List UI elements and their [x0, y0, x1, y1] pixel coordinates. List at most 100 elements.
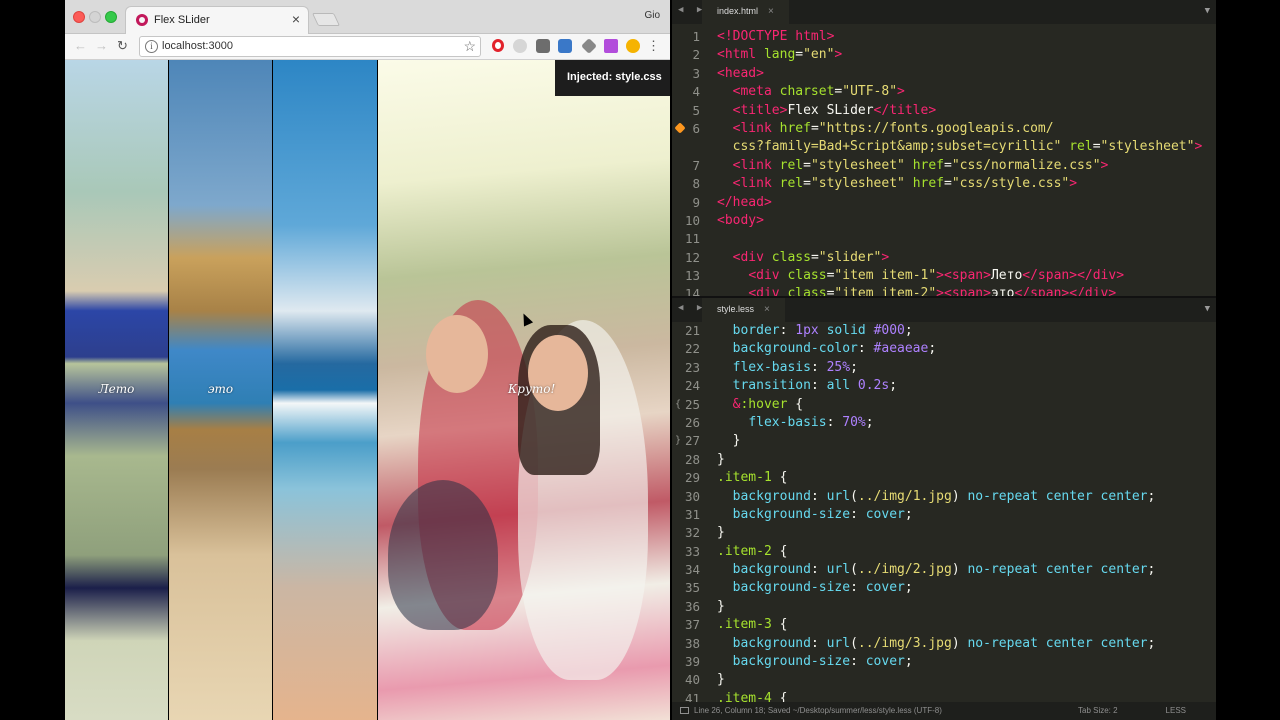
code-text: &:hover {	[732, 396, 804, 412]
code-line[interactable]: 33 .item-2 {	[672, 543, 1216, 561]
line-number: 11	[684, 231, 700, 247]
weather-icon[interactable]	[626, 39, 640, 53]
code-line[interactable]: 3 <head>	[672, 65, 1216, 83]
code-text: <link rel="stylesheet" href="css/style.c…	[732, 176, 1078, 192]
code-line[interactable]: 22 background-color: #aeaeae;	[672, 340, 1216, 358]
picker-icon[interactable]	[581, 38, 597, 54]
editor-pane-html[interactable]: 1 <!DOCTYPE html> 2 <html lang="en"> 3 <head>…	[672, 28, 1216, 298]
code-line[interactable]: 12 <div class="slider">	[672, 249, 1216, 267]
code-line[interactable]: 2 <html lang="en">	[672, 46, 1216, 64]
slide-item-4[interactable]: Круто!	[378, 60, 670, 720]
code-line[interactable]: 13 <div class="item item-1"><span>Лето</…	[672, 267, 1216, 285]
bookmark-star-icon[interactable]: ☆	[463, 38, 476, 55]
profile-label[interactable]: Gio	[644, 10, 660, 21]
close-window-button[interactable]	[73, 11, 85, 23]
back-arrow-icon[interactable]: ←	[74, 38, 87, 53]
code-line[interactable]: 28}	[672, 451, 1216, 469]
status-syntax[interactable]: LESS	[1166, 706, 1186, 715]
shield-icon[interactable]	[536, 39, 550, 53]
forward-arrow-icon[interactable]: →	[95, 38, 108, 53]
tab-close-icon[interactable]: ×	[764, 304, 770, 315]
slide-item-2[interactable]: это	[169, 60, 273, 720]
line-number: 9	[692, 194, 700, 210]
code-line[interactable]: 1 <!DOCTYPE html>	[672, 28, 1216, 46]
url-text[interactable]: localhost:3000	[162, 40, 233, 52]
code-line[interactable]: 7 <link rel="stylesheet" href="css/norma…	[672, 157, 1216, 175]
code-line[interactable]: 36}	[672, 598, 1216, 616]
browser-tab[interactable]: Flex SLider ×	[125, 6, 309, 34]
slide-item-1[interactable]: Лето	[65, 60, 169, 720]
highlighter-icon[interactable]	[604, 39, 618, 53]
chevron-down-icon[interactable]: ▼	[1205, 304, 1210, 314]
code-line[interactable]: 23 flex-basis: 25%;	[672, 359, 1216, 377]
line-number: 23	[684, 359, 700, 375]
code-line[interactable]: 24 transition: all 0.2s;	[672, 377, 1216, 395]
tab-close-icon[interactable]: ×	[292, 11, 300, 27]
ghost-icon[interactable]	[513, 39, 527, 53]
line-number: 28	[684, 451, 700, 467]
opera-icon[interactable]	[492, 39, 504, 52]
screen-icon[interactable]	[558, 39, 572, 53]
code-line[interactable]: 6 <link href="https://fonts.googleapis.c…	[672, 120, 1216, 138]
panel-icon[interactable]	[680, 707, 689, 714]
photo-face	[426, 315, 488, 393]
line-number: 41	[684, 690, 700, 702]
editor-tab-style[interactable]: style.less ×	[702, 298, 785, 322]
code-line[interactable]: 21 border: 1px solid #000;	[672, 322, 1216, 340]
code-text: background: url(../img/2.jpg) no-repeat …	[732, 562, 1156, 578]
code-text: <html lang="en">	[717, 47, 843, 63]
code-text: border: 1px solid #000;	[732, 323, 913, 338]
line-number: 25	[684, 396, 700, 412]
code-line[interactable]: 8 <link rel="stylesheet" href="css/style…	[672, 175, 1216, 193]
code-line[interactable]: 10 <body>	[672, 212, 1216, 230]
editor-pane-less[interactable]: 21 border: 1px solid #000; 22 background-…	[672, 322, 1216, 702]
code-line[interactable]: 35 background-size: cover;	[672, 579, 1216, 597]
code-line[interactable]: 30 background: url(../img/1.jpg) no-repe…	[672, 488, 1216, 506]
chevron-down-icon[interactable]: ▼	[1205, 6, 1210, 16]
reload-icon[interactable]: ↻	[117, 38, 128, 54]
line-number: 6	[692, 120, 700, 136]
injected-toast: Injected: style.css	[555, 60, 670, 96]
code-line[interactable]: 29 .item-1 {	[672, 469, 1216, 487]
tab-close-icon[interactable]: ×	[768, 6, 774, 17]
code-line[interactable]: 37 .item-3 {	[672, 616, 1216, 634]
menu-icon[interactable]: ⋮	[647, 39, 660, 52]
editor-tab-index[interactable]: index.html ×	[702, 0, 789, 24]
code-line[interactable]: 9 </head>	[672, 194, 1216, 212]
status-position: Line 26, Column 18; Saved ~/Desktop/summ…	[694, 706, 942, 715]
code-line[interactable]: 31 background-size: cover;	[672, 506, 1216, 524]
code-line[interactable]: 32}	[672, 524, 1216, 542]
info-icon[interactable]: i	[145, 40, 158, 53]
code-line[interactable]: } 27 }	[672, 432, 1216, 450]
maximize-window-button[interactable]	[105, 11, 117, 23]
slide-label: Круто!	[508, 382, 556, 396]
code-text: <meta charset="UTF-8">	[732, 84, 905, 100]
code-line[interactable]: 38 background: url(../img/3.jpg) no-repe…	[672, 635, 1216, 653]
slide-item-3[interactable]	[273, 60, 378, 720]
code-text: .item-3 {	[717, 617, 788, 633]
code-line[interactable]: 40}	[672, 671, 1216, 689]
code-line[interactable]: css?family=Bad+Script&amp;subset=cyrilli…	[672, 138, 1216, 156]
editor-tab-bar-top: ◀ ▶ index.html × ▼	[672, 0, 1216, 24]
code-line[interactable]: 11	[672, 230, 1216, 248]
code-line[interactable]: 34 background: url(../img/2.jpg) no-repe…	[672, 561, 1216, 579]
code-line[interactable]: 4 <meta charset="UTF-8">	[672, 83, 1216, 101]
code-text: <head>	[717, 65, 764, 81]
code-text: </head>	[717, 194, 772, 210]
code-line[interactable]: 41 .item-4 {	[672, 690, 1216, 702]
code-text: }	[717, 598, 725, 614]
code-line[interactable]: 5 <title>Flex SLider</title>	[672, 102, 1216, 120]
address-bar[interactable]: i localhost:3000 ☆	[139, 36, 481, 57]
code-line[interactable]: {25 &:hover {	[672, 396, 1216, 414]
line-number: 3	[692, 65, 700, 81]
status-tab-size[interactable]: Tab Size: 2	[1078, 706, 1118, 715]
minimize-window-button[interactable]	[89, 11, 101, 23]
slide-label: Лето	[98, 382, 135, 396]
code-text: background-size: cover;	[732, 580, 913, 596]
line-number: 4	[692, 84, 700, 100]
code-line[interactable]: 39 background-size: cover;	[672, 653, 1216, 671]
code-text: <!DOCTYPE html>	[717, 29, 835, 44]
new-tab-button[interactable]	[311, 13, 341, 26]
code-text: background: url(../img/1.jpg) no-repeat …	[732, 488, 1156, 504]
code-line[interactable]: 26 flex-basis: 70%;	[672, 414, 1216, 432]
